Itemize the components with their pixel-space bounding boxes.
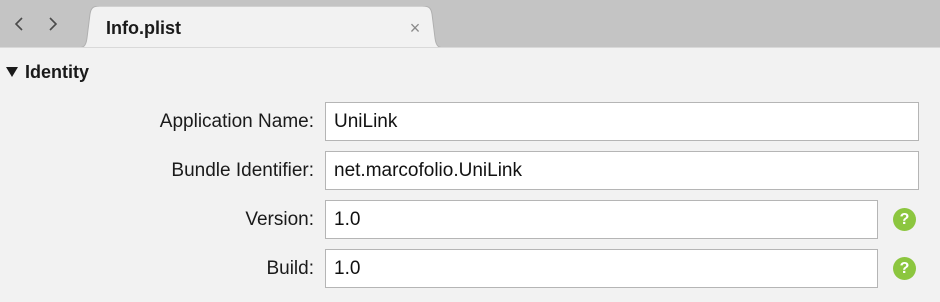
- bundle-identifier-field[interactable]: [325, 151, 919, 190]
- chevron-left-icon: [14, 17, 23, 31]
- chevron-right-icon: [49, 17, 58, 31]
- tab-info-plist[interactable]: Info.plist ×: [76, 6, 446, 48]
- forward-button[interactable]: [42, 13, 64, 35]
- build-label: Build:: [266, 258, 314, 279]
- help-icon[interactable]: ?: [893, 208, 916, 231]
- row-application-name: Application Name:: [0, 102, 940, 142]
- section-title: Identity: [25, 61, 90, 82]
- application-name-field[interactable]: [325, 102, 919, 141]
- help-icon[interactable]: ?: [893, 257, 916, 280]
- row-version: Version: ?: [0, 200, 940, 240]
- row-build: Build: ?: [0, 249, 940, 289]
- build-field[interactable]: [325, 249, 878, 288]
- row-bundle-identifier: Bundle Identifier:: [0, 151, 940, 191]
- tab-bar-divider: [0, 47, 940, 48]
- application-name-label: Application Name:: [159, 111, 314, 132]
- section-header-identity[interactable]: Identity: [5, 58, 89, 86]
- tab-bar: Info.plist ×: [0, 0, 940, 48]
- bundle-identifier-label: Bundle Identifier:: [171, 160, 314, 181]
- version-field[interactable]: [325, 200, 878, 239]
- version-label: Version:: [245, 209, 314, 230]
- tab-label: Info.plist: [106, 18, 181, 38]
- close-icon[interactable]: ×: [406, 19, 424, 37]
- disclosure-triangle-icon[interactable]: [5, 65, 19, 79]
- back-button[interactable]: [8, 13, 30, 35]
